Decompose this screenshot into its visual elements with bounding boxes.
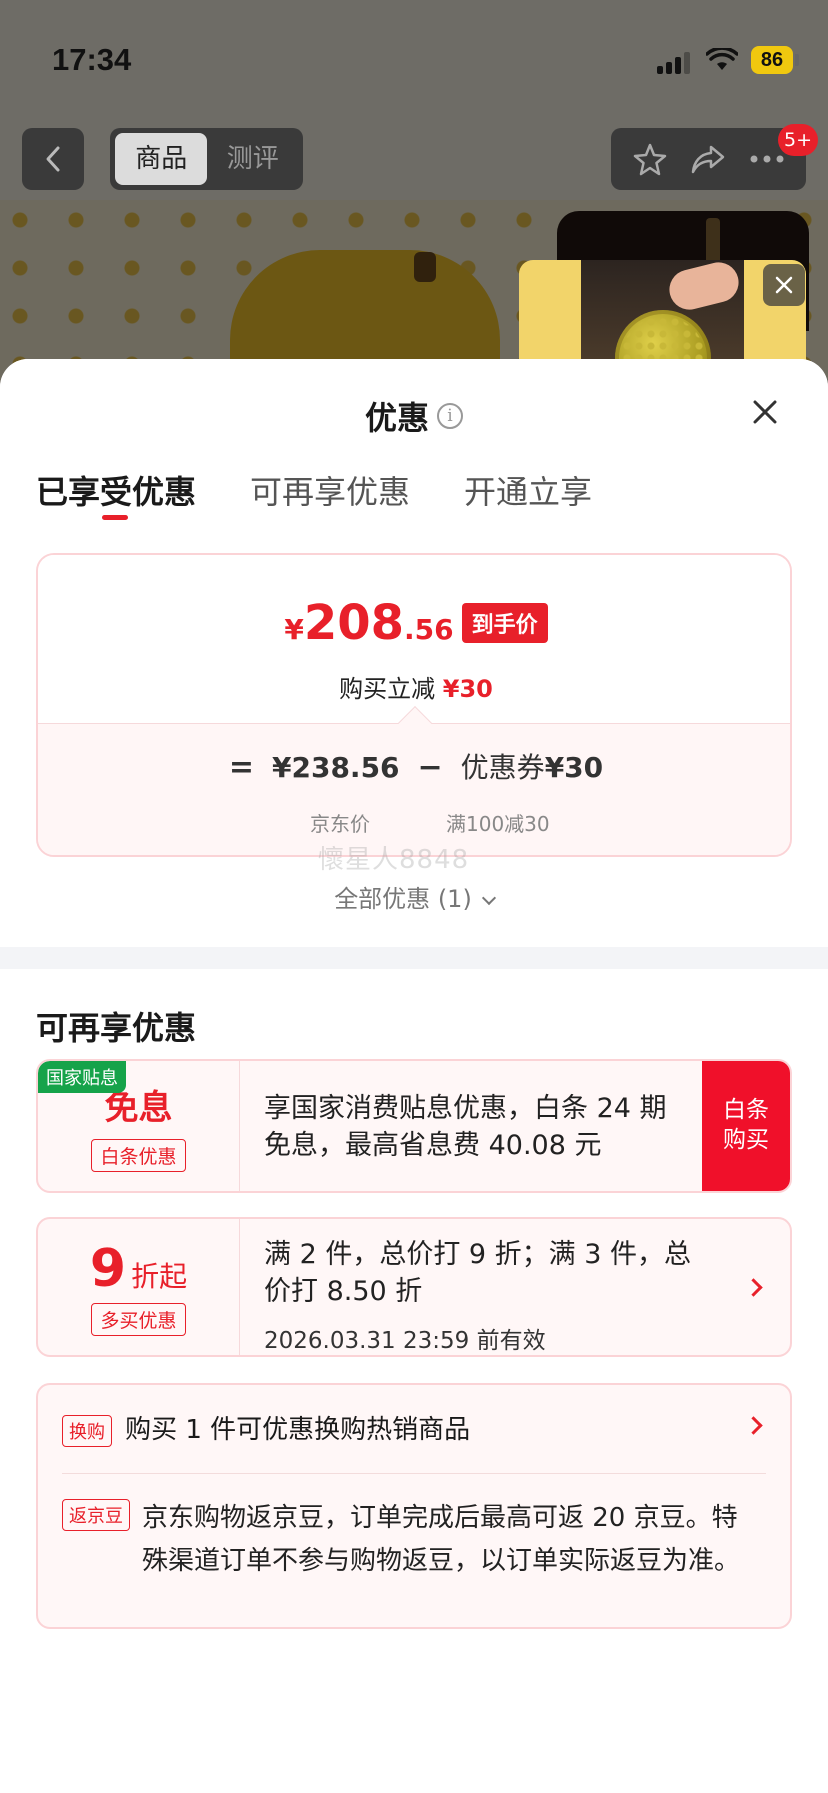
battery-tip: [795, 54, 799, 66]
status-bar: 17:34 86: [0, 0, 828, 110]
close-icon: [775, 276, 793, 294]
tab-product[interactable]: 商品: [115, 133, 208, 185]
reduction-label: 购买立减: [339, 675, 436, 703]
coupon-amount: 优惠券¥30: [461, 746, 603, 786]
star-icon[interactable]: [632, 141, 668, 177]
baitiao-buy-button[interactable]: 白条购买: [702, 1061, 790, 1191]
national-subsidy-tag: 国家贴息: [38, 1061, 126, 1093]
section-title: 可再享优惠: [36, 1009, 197, 1047]
more-offers-section: 可再享优惠 免息 白条优惠 国家贴息 享国家消费贴息优惠，白条 24 期免息，最…: [0, 969, 828, 1793]
close-sheet-icon[interactable]: [750, 397, 780, 427]
share-icon[interactable]: [689, 142, 727, 176]
interest-free-card[interactable]: 免息 白条优惠 国家贴息 享国家消费贴息优惠，白条 24 期免息，最高省息费 4…: [36, 1059, 792, 1193]
interest-free-description: 享国家消费贴息优惠，白条 24 期免息，最高省息费 40.08 元: [264, 1093, 667, 1161]
sheet-title: 优惠 i: [0, 393, 828, 439]
watermark: 懷星人8848: [318, 845, 470, 875]
instant-reduction: 购买立减 ¥30: [38, 669, 790, 704]
multi-buy-card[interactable]: 9 折起 多买优惠 满 2 件，总价打 9 折；满 3 件，总价打 8.50 折…: [36, 1217, 792, 1357]
swap-offer-row[interactable]: 换购 购买 1 件可优惠换购热销商品: [62, 1409, 766, 1447]
message-badge: 5+: [778, 124, 819, 156]
price-breakdown: = ¥238.56 − 优惠券¥30 京东价 满100减30: [38, 706, 790, 855]
wifi-icon: [706, 48, 738, 70]
battery-indicator: 86: [751, 46, 793, 74]
price-integer: 208: [303, 595, 405, 651]
equals-sign: =: [228, 750, 254, 785]
price-formula: = ¥238.56 − 优惠券¥30: [38, 746, 790, 786]
offers-sheet: 优惠 i 已享受优惠 可再享优惠 开通立享 ¥208.56 到手价 购买立减 ¥30…: [0, 359, 828, 1793]
price-currency: ¥: [284, 613, 304, 646]
tab-activate-offers[interactable]: 开通立享: [464, 467, 592, 513]
chevron-right-icon: [744, 1278, 763, 1297]
multi-buy-tag: 多买优惠: [91, 1302, 186, 1336]
multi-buy-description: 满 2 件，总价打 9 折；满 3 件，总价打 8.50 折 2026.03.3…: [264, 1237, 714, 1355]
info-icon[interactable]: i: [437, 403, 463, 429]
baitiao-buy-label: 白条购买: [723, 1097, 769, 1153]
back-button[interactable]: [22, 128, 84, 190]
product-review-switch[interactable]: 商品 测评: [110, 128, 303, 190]
price-summary-card: ¥208.56 到手价 购买立减 ¥30 = ¥238.56 − 优惠券¥30 京…: [36, 553, 792, 857]
offer-expiry: 2026.03.31 23:59 前有效: [264, 1328, 546, 1355]
nav-actions: [611, 128, 806, 190]
jd-bean-description: 京东购物返京豆，订单完成后最高可返 20 京豆。特殊渠道订单不参与购物返豆，以订…: [142, 1503, 741, 1577]
final-price-tag: 到手价: [461, 603, 548, 643]
minus-sign: −: [417, 750, 443, 785]
more-icon[interactable]: [749, 154, 785, 164]
jd-price-label: 京东价: [310, 812, 370, 836]
discount-number: 9: [89, 1238, 127, 1299]
status-time: 17:34: [52, 42, 132, 77]
divider: [62, 1473, 766, 1474]
all-offers-label: 全部优惠 (1): [334, 885, 472, 913]
price-summary-top: ¥208.56 到手价 购买立减 ¥30: [38, 555, 790, 723]
coupon-value: ¥30: [544, 751, 604, 784]
reduction-value: ¥30: [442, 675, 493, 703]
cellular-signal-icon: [657, 52, 693, 74]
tab-more-offers[interactable]: 可再享优惠: [250, 467, 410, 513]
chevron-left-icon: [46, 146, 60, 172]
swap-tag: 换购: [62, 1415, 112, 1447]
all-offers-toggle[interactable]: 全部优惠 (1): [0, 879, 828, 914]
final-price: ¥208.56: [284, 595, 453, 651]
tab-review[interactable]: 测评: [207, 133, 298, 185]
final-price-row: ¥208.56 到手价: [38, 595, 790, 651]
swap-description: 购买 1 件可优惠换购热销商品: [125, 1415, 471, 1445]
close-video-button[interactable]: [763, 264, 805, 306]
jd-bean-tag: 返京豆: [62, 1499, 130, 1531]
enjoyed-offers-section: 优惠 i 已享受优惠 可再享优惠 开通立享 ¥208.56 到手价 购买立减 ¥30…: [0, 359, 828, 947]
price-decimal: .56: [404, 613, 454, 646]
discount-headline: 9 折起: [90, 1239, 187, 1299]
coupon-label: 优惠券: [460, 751, 545, 784]
multi-buy-rule: 满 2 件，总价打 9 折；满 3 件，总价打 8.50 折: [264, 1239, 692, 1307]
baitiao-offer-tag: 白条优惠: [91, 1139, 186, 1172]
extra-benefits-card: 换购 购买 1 件可优惠换购热销商品 返京豆 京东购物返京豆，订单完成后最高可返…: [36, 1383, 792, 1629]
tab-enjoyed-offers[interactable]: 已享受优惠: [36, 467, 196, 520]
offer-tabs: 已享受优惠 可再享优惠 开通立享: [36, 467, 592, 520]
discount-unit: 折起: [131, 1259, 188, 1293]
jd-price: ¥238.56: [272, 751, 400, 784]
coupon-condition: 满100减30: [446, 812, 550, 836]
sheet-title-text: 优惠: [364, 399, 429, 437]
multi-buy-badge: 9 折起 多买优惠: [38, 1219, 240, 1355]
chevron-down-icon: [481, 890, 496, 906]
